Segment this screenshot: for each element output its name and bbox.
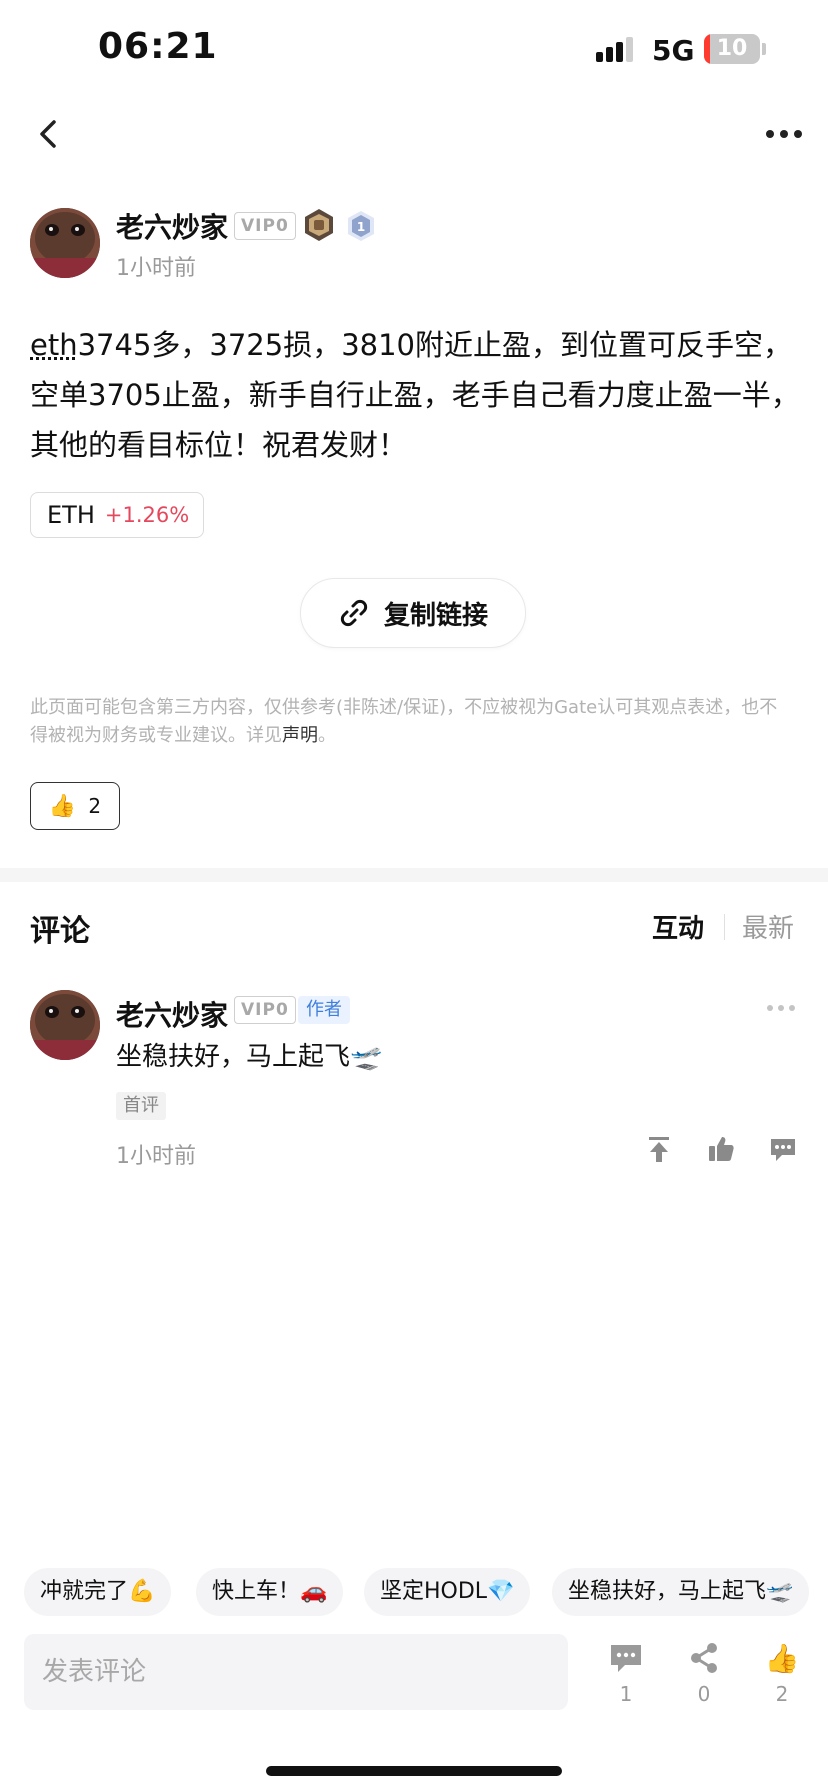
vip-badge: VIP0: [234, 212, 296, 240]
like-button[interactable]: 👍 2: [30, 782, 120, 830]
quick-reply-chip[interactable]: 冲就完了💪: [24, 1568, 172, 1616]
quick-reply-chip[interactable]: 坚定HODL💎: [364, 1568, 531, 1616]
badge-medal-icon: [305, 209, 333, 241]
comment-icon: [611, 1645, 641, 1672]
section-divider: [0, 868, 828, 882]
post-content: eth3745多，3725损，3810附近止盈，到位置可反手空，空单3705止盈…: [30, 320, 800, 470]
coin-chip[interactable]: ETH +1.26%: [30, 492, 204, 538]
vip-badge: VIP0: [234, 996, 296, 1024]
coin-tag-link[interactable]: eth: [30, 328, 78, 362]
thumbs-up-icon: 👍: [764, 1641, 800, 1675]
comment-text: 坐稳扶好，马上起飞🛫: [116, 1042, 383, 1072]
more-options-icon[interactable]: [764, 120, 804, 148]
share-count: 0: [697, 1682, 711, 1706]
sort-tab-latest[interactable]: 最新: [742, 908, 794, 945]
disclaimer-text: 此页面可能包含第三方内容，仅供参考(非陈述/保证)，不应被视为Gate认可其观点…: [30, 697, 778, 746]
author-badge: 作者: [298, 996, 350, 1024]
copy-link-button[interactable]: 复制链接: [300, 578, 526, 648]
reply-icon[interactable]: [768, 1134, 798, 1164]
copy-link-label: 复制链接: [383, 600, 488, 631]
comment-more-icon[interactable]: [766, 1002, 796, 1014]
battery-level: 10: [716, 36, 748, 61]
link-icon: [340, 599, 368, 627]
sort-separator: [724, 914, 725, 940]
status-time: 06:21: [98, 26, 218, 67]
status-bar: 06:21 5G 10: [0, 0, 828, 100]
share-icon: [691, 1643, 717, 1673]
thumbs-up-icon: 👍: [48, 793, 77, 819]
first-comment-badge: 首评: [116, 1092, 166, 1120]
quick-reply-row: 冲就完了💪 快上车！🚗 坚定HODL💎 坐稳扶好，马上起飞🛫: [24, 1568, 828, 1616]
pin-top-icon[interactable]: [644, 1134, 674, 1164]
comment-like-icon[interactable]: [706, 1134, 736, 1164]
disclaimer-link[interactable]: 声明: [282, 725, 318, 746]
post-like-count: 2: [775, 1682, 789, 1706]
coin-change: +1.26%: [104, 503, 190, 527]
comment-count: 1: [619, 1682, 633, 1706]
level-badge-icon: 1: [348, 211, 374, 241]
level-number: 1: [357, 220, 365, 234]
coin-symbol: ETH: [47, 501, 95, 529]
comment-input[interactable]: [24, 1634, 568, 1710]
disclaimer-end: 。: [318, 725, 336, 746]
comments-title: 评论: [30, 914, 90, 949]
commenter-avatar[interactable]: [30, 990, 100, 1060]
home-indicator: [266, 1766, 562, 1776]
quick-reply-chip[interactable]: 坐稳扶好，马上起飞🛫: [552, 1568, 810, 1616]
commenter-name[interactable]: 老六炒家: [116, 994, 228, 1034]
author-avatar[interactable]: [30, 208, 100, 278]
sort-tab-interactive[interactable]: 互动: [652, 908, 704, 945]
author-name[interactable]: 老六炒家: [116, 206, 228, 246]
battery-icon: 10: [704, 34, 760, 64]
post-text: 3745多，3725损，3810附近止盈，到位置可反手空，空单3705止盈，新手…: [30, 328, 800, 462]
signal-icon: [596, 37, 633, 62]
avatar-image: [30, 990, 100, 1060]
disclaimer: 此页面可能包含第三方内容，仅供参考(非陈述/保证)，不应被视为Gate认可其观点…: [30, 694, 790, 750]
share-button[interactable]: 0: [674, 1640, 734, 1706]
comments-count-button[interactable]: 1: [596, 1640, 656, 1706]
quick-reply-chip[interactable]: 快上车！🚗: [196, 1568, 344, 1616]
network-type: 5G: [652, 34, 695, 67]
comment-time: 1小时前: [116, 1144, 196, 1169]
like-count: 2: [88, 794, 102, 818]
avatar-image: [30, 208, 100, 278]
post-like-button[interactable]: 👍 2: [752, 1640, 812, 1707]
back-button[interactable]: [30, 112, 66, 156]
post-time: 1小时前: [116, 256, 196, 281]
battery-cap: [762, 43, 766, 55]
